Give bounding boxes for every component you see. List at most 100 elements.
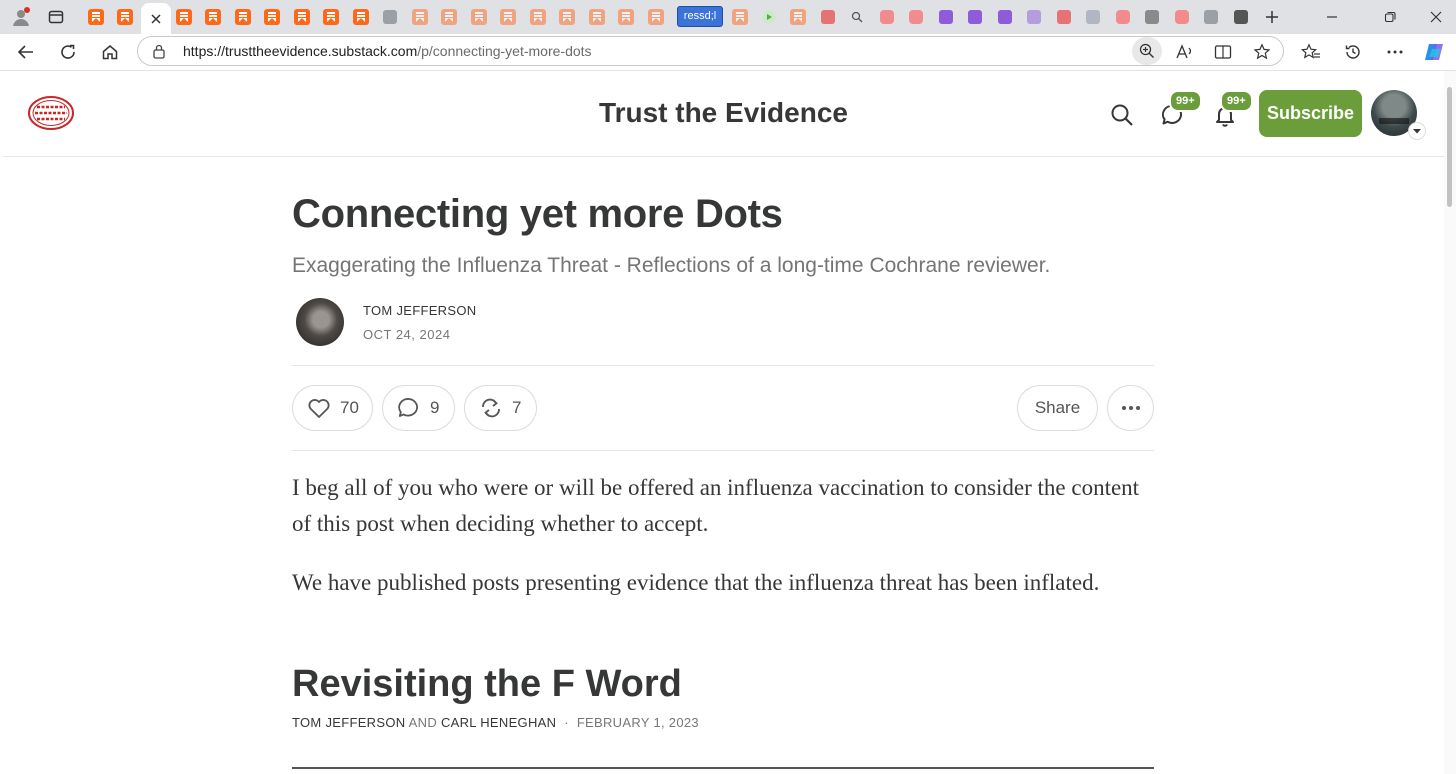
- embedded-author-2[interactable]: CARL HENEGHAN: [441, 715, 556, 730]
- more-menu-icon[interactable]: [1381, 38, 1409, 66]
- tab-active[interactable]: [141, 3, 171, 34]
- author-avatar[interactable]: [296, 298, 344, 346]
- tab-substack[interactable]: [233, 7, 253, 27]
- minimize-icon[interactable]: [1318, 6, 1346, 28]
- tab-actions-icon[interactable]: [45, 6, 67, 28]
- history-icon[interactable]: [1339, 38, 1367, 66]
- tab-substack[interactable]: [292, 7, 312, 27]
- immersive-reader-icon[interactable]: [1211, 40, 1235, 64]
- comment-icon: [398, 398, 418, 417]
- search-icon[interactable]: [1105, 98, 1139, 132]
- tab-page-icon[interactable]: [1054, 7, 1074, 27]
- chat-badge: 99+: [1169, 90, 1202, 112]
- tab-substack[interactable]: [528, 7, 548, 27]
- tab-youtube-icon[interactable]: [877, 7, 897, 27]
- author-name[interactable]: TOM JEFFERSON: [363, 303, 476, 318]
- url-path: /p/connecting-yet-more-dots: [417, 43, 592, 59]
- embedded-post-title[interactable]: Revisiting the F Word: [292, 663, 682, 706]
- tab-page-icon[interactable]: [1142, 7, 1162, 27]
- embedded-author-1[interactable]: TOM JEFFERSON: [292, 715, 405, 730]
- tab-yahoo-icon[interactable]: [965, 7, 985, 27]
- url-text[interactable]: https://trusttheevidence.substack.com/p/…: [183, 43, 592, 59]
- chevron-down-icon[interactable]: [1409, 123, 1425, 139]
- web-page: Trust the Evidence 99+ 99+ Subscribe Con…: [3, 71, 1444, 774]
- tab-substack[interactable]: [557, 7, 577, 27]
- like-button[interactable]: 70: [292, 385, 373, 431]
- tab-substack[interactable]: [730, 7, 750, 27]
- divider: [292, 450, 1154, 451]
- favorite-star-icon[interactable]: [1250, 40, 1274, 64]
- tab-substack[interactable]: [646, 7, 666, 27]
- comments-button[interactable]: 9: [382, 385, 455, 431]
- read-aloud-icon[interactable]: [1173, 40, 1197, 64]
- browser-toolbar: https://trusttheevidence.substack.com/p/…: [0, 34, 1456, 71]
- restack-icon: [482, 398, 500, 418]
- more-options-button[interactable]: [1107, 385, 1154, 431]
- url-host: https://trusttheevidence.substack.com: [183, 43, 418, 59]
- tab-substack[interactable]: [174, 7, 194, 27]
- heart-icon: [308, 399, 330, 418]
- zoom-icon[interactable]: [1132, 37, 1162, 65]
- subscribe-button[interactable]: Subscribe: [1259, 90, 1362, 137]
- post-title: Connecting yet more Dots: [292, 192, 783, 236]
- tab-substack[interactable]: [262, 7, 282, 27]
- page-scrollbar[interactable]: [1444, 71, 1456, 774]
- browser-tab-strip: ressd;l: [0, 0, 1456, 34]
- copilot-icon[interactable]: [1420, 38, 1448, 66]
- tab-page-icon[interactable]: [1083, 7, 1103, 27]
- site-header: Trust the Evidence 99+ 99+ Subscribe: [3, 71, 1444, 157]
- tab-substack[interactable]: [410, 7, 430, 27]
- body-paragraph: I beg all of you who were or will be off…: [292, 475, 1140, 536]
- close-tab-icon[interactable]: [150, 13, 162, 25]
- tab-yahoo-icon[interactable]: [936, 7, 956, 27]
- tab-youtube-icon[interactable]: [1172, 7, 1192, 27]
- favorites-icon[interactable]: [1297, 38, 1325, 66]
- back-icon[interactable]: [12, 38, 40, 66]
- ellipsis-icon: [1121, 406, 1140, 410]
- byline-and: AND: [408, 715, 438, 730]
- tab-play-icon[interactable]: [759, 7, 779, 27]
- like-count: 70: [340, 398, 359, 417]
- embedded-divider: [292, 767, 1154, 769]
- tab-page-icon[interactable]: [380, 7, 400, 27]
- restack-button[interactable]: 7: [464, 385, 537, 431]
- tab-substack[interactable]: [788, 7, 808, 27]
- share-button[interactable]: Share: [1017, 385, 1098, 431]
- byline-separator: ·: [564, 715, 569, 730]
- comment-count: 9: [430, 398, 440, 417]
- tab-substack[interactable]: [616, 7, 636, 27]
- embedded-post-date: FEBRUARY 1, 2023: [576, 715, 699, 730]
- divider: [292, 365, 1154, 366]
- tab-page-icon[interactable]: [1231, 7, 1251, 27]
- tab-yahoo-icon[interactable]: [995, 7, 1015, 27]
- tab-substack[interactable]: [203, 7, 223, 27]
- scrollbar-thumb[interactable]: [1447, 87, 1452, 207]
- tab-substack[interactable]: [439, 7, 459, 27]
- tab-substack[interactable]: [351, 7, 371, 27]
- profile-icon[interactable]: [10, 6, 32, 28]
- restore-icon[interactable]: [1376, 6, 1404, 28]
- tab-search-icon[interactable]: [847, 7, 867, 27]
- tab-youtube-icon[interactable]: [1113, 7, 1133, 27]
- tab-substack[interactable]: [469, 7, 489, 27]
- tab-mail-icon[interactable]: [1024, 7, 1044, 27]
- post-date: OCT 24, 2024: [363, 327, 451, 342]
- tab-substack[interactable]: [86, 7, 106, 27]
- post-subtitle: Exaggerating the Influenza Threat - Refl…: [292, 254, 1051, 277]
- tab-pocket-icon[interactable]: [818, 7, 838, 27]
- tab-substack[interactable]: [115, 7, 135, 27]
- tab-youtube-icon[interactable]: [906, 7, 926, 27]
- lock-icon[interactable]: [152, 43, 166, 64]
- tab-substack[interactable]: [321, 7, 341, 27]
- tab-rss-label[interactable]: ressd;l: [677, 6, 723, 27]
- reload-icon[interactable]: [54, 38, 82, 66]
- tab-page-icon[interactable]: [1201, 7, 1221, 27]
- body-paragraph: We have published posts presenting evide…: [292, 570, 1100, 595]
- tab-substack[interactable]: [587, 7, 607, 27]
- home-icon[interactable]: [96, 38, 124, 66]
- address-bar[interactable]: https://trusttheevidence.substack.com/p/…: [137, 36, 1284, 66]
- new-tab-icon[interactable]: [1261, 6, 1283, 28]
- close-window-icon[interactable]: [1422, 6, 1450, 28]
- restack-count: 7: [512, 398, 522, 417]
- tab-substack[interactable]: [498, 7, 518, 27]
